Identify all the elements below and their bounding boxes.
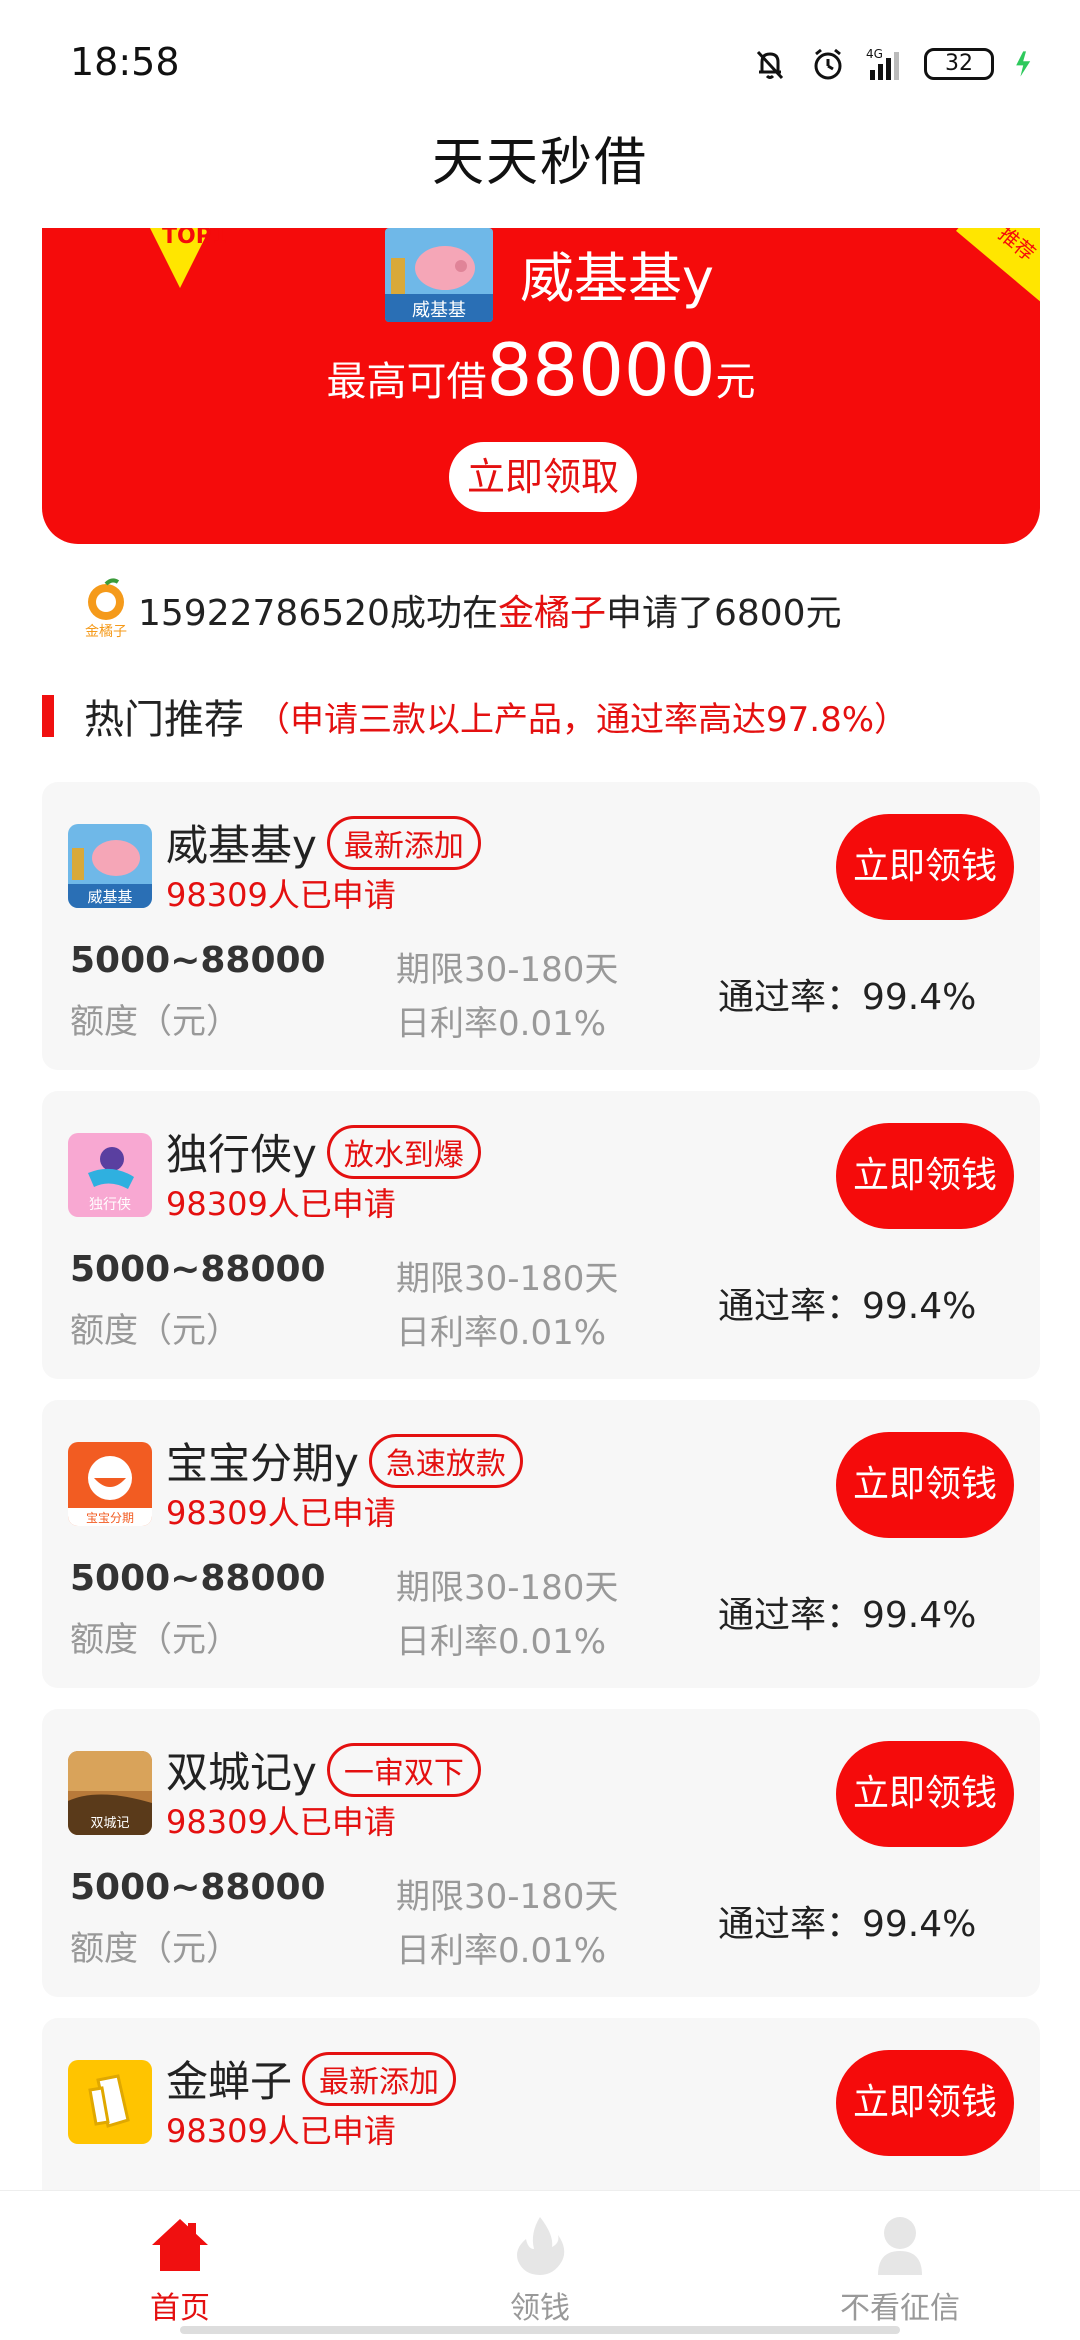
- top-tag: TOP1: [162, 228, 228, 249]
- amount-prefix: 最高可借: [326, 359, 487, 405]
- nav-get-money[interactable]: 领钱: [360, 2191, 720, 2340]
- charging-icon: [1016, 51, 1031, 77]
- amount-unit: 元: [715, 359, 756, 405]
- desert-logo-icon: 双城记: [68, 1751, 152, 1835]
- applied-count: 98309人已申请: [166, 876, 396, 914]
- loan-term: 期限30-180天: [396, 1259, 619, 1299]
- amount-range-label: 额度（元）: [70, 1929, 240, 1969]
- pass-rate: 通过率：99.4%: [718, 977, 977, 1018]
- banner-amount: 最高可借88000元: [42, 328, 1040, 412]
- product-card[interactable]: 双城记 双城记y 一审双下 98309人已申请 立即领钱 5000~88000 额…: [42, 1709, 1040, 1997]
- status-bar: 18:58 4G 32: [0, 0, 1080, 130]
- pass-rate: 通过率：99.4%: [718, 1904, 977, 1945]
- product-tag: 一审双下: [326, 1742, 481, 1797]
- product-name: 宝宝分期y 急速放款: [166, 1430, 523, 1491]
- product-tag: 最新添加: [302, 2051, 457, 2106]
- pig-logo-icon: 威基基: [385, 228, 493, 322]
- signal-icon: 4G: [866, 47, 899, 80]
- banner-product-name: 威基基y: [520, 247, 714, 310]
- bowl-logo-icon: 宝宝分期: [68, 1442, 152, 1526]
- home-indicator[interactable]: [180, 2326, 900, 2334]
- svg-text:威基基: 威基基: [87, 888, 132, 906]
- amount-range-label: 额度（元）: [70, 1311, 240, 1351]
- daily-rate: 日利率0.01%: [396, 1622, 607, 1662]
- product-name: 独行侠y 放水到爆: [166, 1121, 481, 1182]
- section-title: 热门推荐: [84, 697, 244, 743]
- product-tag: 最新添加: [326, 815, 481, 870]
- flame-icon: [517, 2217, 565, 2275]
- loan-term: 期限30-180天: [396, 950, 619, 990]
- product-tag: 放水到爆: [326, 1124, 481, 1179]
- pass-rate: 通过率：99.4%: [718, 1286, 977, 1327]
- daily-rate: 日利率0.01%: [396, 1931, 607, 1971]
- get-money-button[interactable]: 立即领钱: [836, 814, 1014, 920]
- ticker-text: 15922786520成功在金橘子申请了6800元: [138, 593, 842, 634]
- product-name: 金蝉子 最新添加: [166, 2048, 457, 2109]
- loan-term: 期限30-180天: [396, 1568, 619, 1608]
- nav-no-credit-check[interactable]: 不看征信: [720, 2191, 1080, 2340]
- home-icon: [152, 2219, 208, 2271]
- amount-range-label: 额度（元）: [70, 1620, 240, 1660]
- product-name: 双城记y 一审双下: [166, 1739, 481, 1800]
- claim-button[interactable]: 立即领取: [449, 442, 637, 512]
- page-title: 天天秒借: [431, 133, 648, 193]
- cicada-logo-icon: [68, 2060, 152, 2144]
- get-money-button[interactable]: 立即领钱: [836, 2050, 1014, 2156]
- daily-rate: 日利率0.01%: [396, 1004, 607, 1044]
- applied-count: 98309人已申请: [166, 2112, 396, 2150]
- amount-range: 5000~88000: [70, 1558, 326, 1599]
- loan-term: 期限30-180天: [396, 1877, 619, 1917]
- product-tag: 急速放款: [368, 1433, 523, 1488]
- bottom-nav: 首页 领钱 不看征信: [0, 2190, 1080, 2340]
- featured-banner[interactable]: TOP1 推荐 威基基 威基基y 最高可借88000元 立即领取: [42, 228, 1040, 544]
- svg-text:威基基: 威基基: [412, 300, 466, 321]
- nav-home-label: 首页: [150, 2291, 210, 2326]
- product-name: 威基基y 最新添加: [166, 812, 481, 873]
- pig-logo-icon: 威基基: [68, 824, 152, 908]
- svg-text:金橘子: 金橘子: [85, 624, 127, 640]
- amount-value: 88000: [486, 328, 716, 412]
- applied-count: 98309人已申请: [166, 1185, 396, 1223]
- product-card[interactable]: 独行侠 独行侠y 放水到爆 98309人已申请 立即领钱 5000~88000 额…: [42, 1091, 1040, 1379]
- orange-logo-icon: 金橘子: [85, 578, 127, 640]
- section-subtitle: （申请三款以上产品，通过率高达97.8%）: [256, 699, 909, 740]
- amount-range: 5000~88000: [70, 1249, 326, 1290]
- amount-range: 5000~88000: [70, 1867, 326, 1908]
- get-money-button[interactable]: 立即领钱: [836, 1123, 1014, 1229]
- nav-no-credit-check-label: 不看征信: [840, 2291, 960, 2326]
- battery-icon: 32: [924, 48, 994, 80]
- product-card[interactable]: 金蝉子 最新添加 98309人已申请 立即领钱: [42, 2018, 1040, 2190]
- status-time: 18:58: [70, 40, 180, 84]
- svg-text:双城记: 双城记: [90, 1816, 129, 1831]
- nav-home[interactable]: 首页: [0, 2191, 360, 2340]
- application-ticker: 金橘子 15922786520成功在金橘子申请了6800元: [78, 578, 842, 642]
- status-icons: 4G 32: [750, 44, 1040, 84]
- product-card[interactable]: 宝宝分期 宝宝分期y 急速放款 98309人已申请 立即领钱 5000~88000…: [42, 1400, 1040, 1688]
- applied-count: 98309人已申请: [166, 1494, 396, 1532]
- section-marker: [42, 695, 54, 737]
- svg-text:宝宝分期: 宝宝分期: [86, 1511, 134, 1525]
- pass-rate: 通过率：99.4%: [718, 1595, 977, 1636]
- svg-text:独行侠: 独行侠: [89, 1197, 131, 1213]
- amount-range: 5000~88000: [70, 940, 326, 981]
- section-header: 热门推荐 （申请三款以上产品，通过率高达97.8%）: [42, 688, 908, 744]
- bell-off-icon: [756, 50, 784, 80]
- get-money-button[interactable]: 立即领钱: [836, 1741, 1014, 1847]
- alarm-icon: [814, 48, 842, 80]
- person-icon: [878, 2217, 922, 2275]
- applied-count: 98309人已申请: [166, 1803, 396, 1841]
- nav-get-money-label: 领钱: [510, 2291, 570, 2326]
- product-card[interactable]: 威基基 威基基y 最新添加 98309人已申请 立即领钱 5000~88000 额…: [42, 782, 1040, 1070]
- amount-range-label: 额度（元）: [70, 1002, 240, 1042]
- svg-text:4G: 4G: [866, 47, 883, 61]
- get-money-button[interactable]: 立即领钱: [836, 1432, 1014, 1538]
- daily-rate: 日利率0.01%: [396, 1313, 607, 1353]
- hero-logo-icon: 独行侠: [68, 1133, 152, 1217]
